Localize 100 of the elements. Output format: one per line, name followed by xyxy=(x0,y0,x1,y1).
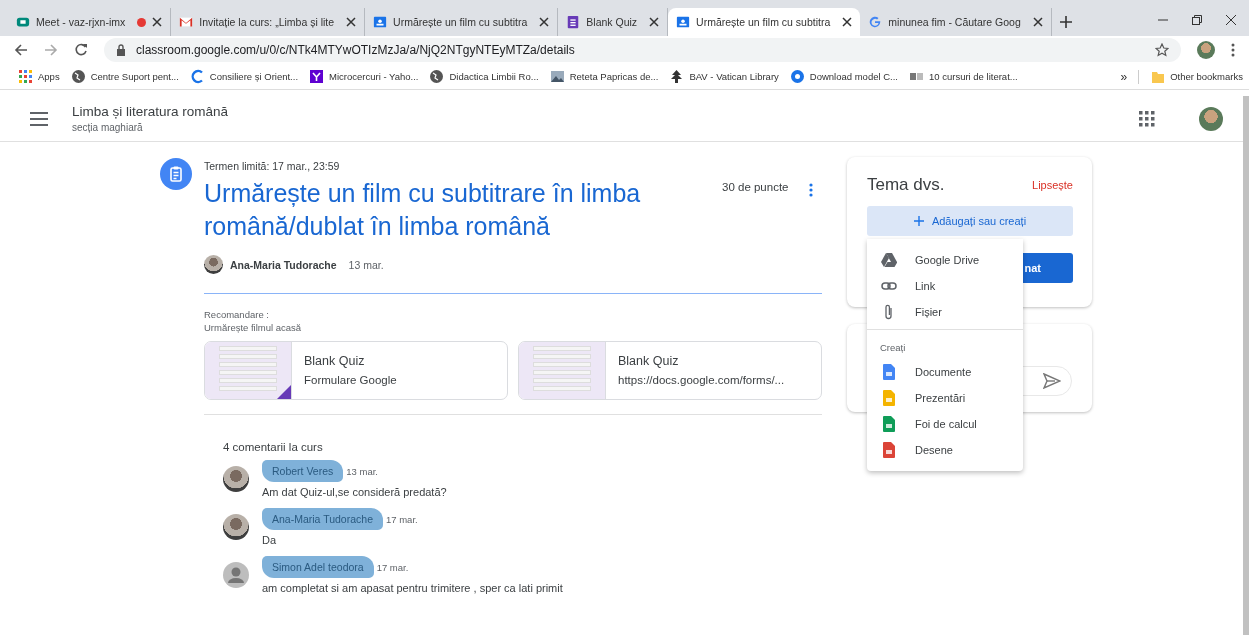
video-call-icon xyxy=(16,15,30,29)
reload-icon[interactable] xyxy=(74,43,88,57)
profile-avatar[interactable] xyxy=(1199,106,1223,131)
bookmark[interactable]: 10 cursuri de literat... xyxy=(909,69,1018,84)
attachment-subtitle: Formulare Google xyxy=(304,374,397,386)
photo-icon xyxy=(549,69,565,84)
close-icon[interactable] xyxy=(1032,17,1043,27)
close-icon[interactable] xyxy=(539,17,550,27)
commenter-name: Simon Adel teodora xyxy=(262,556,374,578)
more-vertical-icon[interactable] xyxy=(808,183,813,197)
bookmark[interactable]: BAV - Vatican Library xyxy=(669,69,779,84)
bookmark[interactable]: Download model C... xyxy=(789,69,898,84)
envelope-icon xyxy=(179,15,194,29)
g-letter-icon xyxy=(868,15,883,29)
comment-text: am completat si am apasat pentru trimitere , sper ca lati primit xyxy=(262,582,563,594)
attachment-card[interactable]: Blank Quiz https://docs.google.com/forms/... xyxy=(518,341,822,400)
description-line: Urmărește filmul acasă xyxy=(204,321,303,334)
description-line: Recomandare : xyxy=(204,308,270,321)
close-icon[interactable] xyxy=(346,17,357,27)
class-section: secția maghiară xyxy=(72,122,229,133)
y-logo-icon xyxy=(309,69,325,84)
person-board-icon xyxy=(676,15,691,29)
person-board-icon xyxy=(373,15,388,29)
back-icon[interactable] xyxy=(14,43,28,57)
apps-grid-icon[interactable] xyxy=(1139,110,1155,127)
scrollbar[interactable] xyxy=(1243,96,1249,635)
globe-icon xyxy=(429,69,445,84)
author-name: Ana-Maria Tudorache xyxy=(230,258,337,271)
address-bar[interactable]: classroom.google.com/u/0/c/NTk4MTYwOTIzMzJa/a/NjQ2NTgyNTEyMTZa/details xyxy=(104,38,1181,62)
file-icon xyxy=(881,390,897,406)
bookmark[interactable]: Microcercuri - Yaho... xyxy=(309,69,419,84)
profile-avatar[interactable] xyxy=(1197,41,1215,59)
browser-tab[interactable]: minunea fim - Căutare Goog xyxy=(860,8,1052,36)
folder-icon xyxy=(1151,69,1166,84)
send-icon[interactable] xyxy=(1043,373,1061,389)
add-or-create-button[interactable]: Adăugați sau creați xyxy=(867,206,1073,236)
attachment-subtitle: https://docs.google.com/forms/... xyxy=(618,374,785,386)
user-avatar xyxy=(204,255,223,274)
form-icon xyxy=(566,15,581,29)
commenter-name: Robert Veres xyxy=(262,460,344,482)
file-icon xyxy=(881,442,897,458)
star-icon[interactable] xyxy=(1155,43,1169,57)
class-title: Limba și literatura română xyxy=(72,104,229,119)
assignment-icon xyxy=(160,158,192,190)
bookmark[interactable]: Other bookmarks xyxy=(1138,69,1243,84)
drive-triangle-icon xyxy=(881,252,897,268)
bookmark[interactable]: Didactica Limbii Ro... xyxy=(429,69,539,84)
attachment-card[interactable]: Blank Quiz Formulare Google xyxy=(204,341,508,400)
comment-date: 13 mar. xyxy=(346,465,378,477)
close-icon[interactable] xyxy=(842,17,853,27)
commenter-name: Ana-Maria Tudorache xyxy=(262,508,383,530)
bookmark[interactable]: Centre Suport pent... xyxy=(70,69,179,84)
new-tab-icon[interactable] xyxy=(1059,16,1072,28)
plus-icon xyxy=(913,216,924,226)
file-icon xyxy=(881,416,897,432)
restore-icon[interactable] xyxy=(1191,14,1203,26)
menu-item[interactable]: Desene xyxy=(867,437,1023,463)
bookmark[interactable]: Apps xyxy=(18,69,60,84)
apps-grid-icon xyxy=(18,69,33,84)
file-icon xyxy=(881,364,897,380)
work-title: Tema dvs. xyxy=(867,175,945,195)
comments-heading: 4 comentarii la curs xyxy=(223,441,324,453)
status-label: Lipsește xyxy=(1032,179,1073,191)
comment-text: Am dat Quiz-ul,se consideră predată? xyxy=(262,486,447,498)
attachment-title: Blank Quiz xyxy=(618,354,680,368)
menu-item[interactable]: Prezentări xyxy=(867,385,1023,411)
close-icon[interactable] xyxy=(152,17,163,27)
browser-tab[interactable]: Invitație la curs: „Limba și lite xyxy=(171,8,366,36)
comment-date: 17 mar. xyxy=(386,513,418,525)
disc-icon xyxy=(789,69,805,84)
user-avatar xyxy=(223,466,249,492)
assignment-title: Urmărește un film cu subtitrare în limba română/dublat în limba română xyxy=(204,178,642,242)
more-vertical-icon[interactable] xyxy=(1231,43,1235,57)
lock-icon xyxy=(116,44,126,56)
menu-item[interactable]: Link xyxy=(867,273,1023,299)
attachment-title: Blank Quiz xyxy=(304,354,366,368)
close-icon[interactable] xyxy=(649,17,660,27)
menu-item[interactable]: Documente xyxy=(867,359,1023,385)
close-icon[interactable] xyxy=(1225,14,1237,26)
bookmark[interactable]: Consiliere și Orient... xyxy=(189,69,299,84)
more-bookmarks-button[interactable]: » xyxy=(1120,69,1128,84)
bookmark[interactable]: Reteta Papricas de... xyxy=(549,69,659,84)
tree-icon xyxy=(669,69,685,84)
browser-tab[interactable]: Urmărește un film cu subtitra xyxy=(365,8,559,36)
browser-tab[interactable]: Blank Quiz xyxy=(558,8,669,36)
browser-tab[interactable]: Meet - vaz-rjxn-imx xyxy=(8,8,172,36)
menu-icon[interactable] xyxy=(30,111,48,126)
due-date: Termen limită: 17 mar., 23:59 xyxy=(204,160,341,172)
c-logo-icon xyxy=(189,69,205,84)
menu-item[interactable]: Fișier xyxy=(867,299,1023,325)
browser-tab[interactable]: Urmărește un film cu subtitra xyxy=(668,8,861,36)
default-avatar-icon xyxy=(223,562,249,588)
comment-date: 17 mar. xyxy=(376,561,409,573)
post-date: 13 mar. xyxy=(348,258,384,271)
menu-section-label: Creați xyxy=(879,341,907,355)
user-avatar xyxy=(223,514,249,540)
menu-item[interactable]: Google Drive xyxy=(867,247,1023,273)
menu-item[interactable]: Foi de calcul xyxy=(867,411,1023,437)
globe-icon xyxy=(70,69,86,84)
comment-text: Da xyxy=(262,534,278,546)
